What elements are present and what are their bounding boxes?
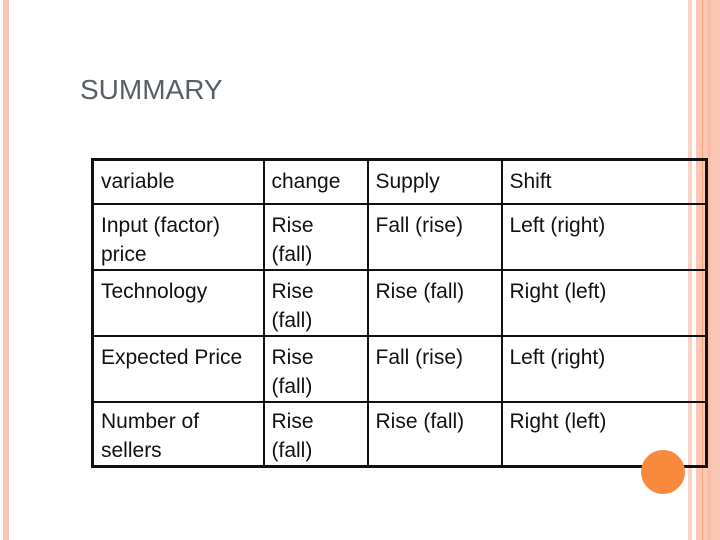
cell-shift: Left (right) xyxy=(500,334,708,403)
cell-shift: Right (left) xyxy=(500,268,708,337)
cell-variable: Input (factor) price xyxy=(91,202,265,271)
slide-title: SUMMARY xyxy=(80,74,223,105)
cell-supply: Fall (rise) xyxy=(366,202,503,271)
cell-change: Rise (fall) xyxy=(262,268,369,337)
header-cell-variable: variable xyxy=(91,158,265,205)
cell-change: Rise (fall) xyxy=(262,400,369,468)
left-border-stripe xyxy=(3,0,9,540)
cell-shift: Left (right) xyxy=(500,202,708,271)
table-row: Technology Rise (fall) Rise (fall) Right… xyxy=(91,268,708,337)
header-cell-shift: Shift xyxy=(500,158,708,205)
table-row: Number of sellers Rise (fall) Rise (fall… xyxy=(91,400,708,468)
cell-change: Rise (fall) xyxy=(262,202,369,271)
table-row: Expected Price Rise (fall) Fall (rise) L… xyxy=(91,334,708,403)
orange-circle-icon xyxy=(641,450,685,494)
cell-supply: Rise (fall) xyxy=(366,268,503,337)
table-row: Input (factor) price Rise (fall) Fall (r… xyxy=(91,202,708,271)
cell-variable: Expected Price xyxy=(91,334,265,403)
summary-table: variable change Supply Shift Input (fact… xyxy=(91,158,708,468)
header-cell-supply: Supply xyxy=(366,158,503,205)
cell-change: Rise (fall) xyxy=(262,334,369,403)
cell-variable: Number of sellers xyxy=(91,400,265,468)
table-header-row: variable change Supply Shift xyxy=(91,158,708,205)
cell-supply: Fall (rise) xyxy=(366,334,503,403)
cell-supply: Rise (fall) xyxy=(366,400,503,468)
header-cell-change: change xyxy=(262,158,369,205)
cell-variable: Technology xyxy=(91,268,265,337)
